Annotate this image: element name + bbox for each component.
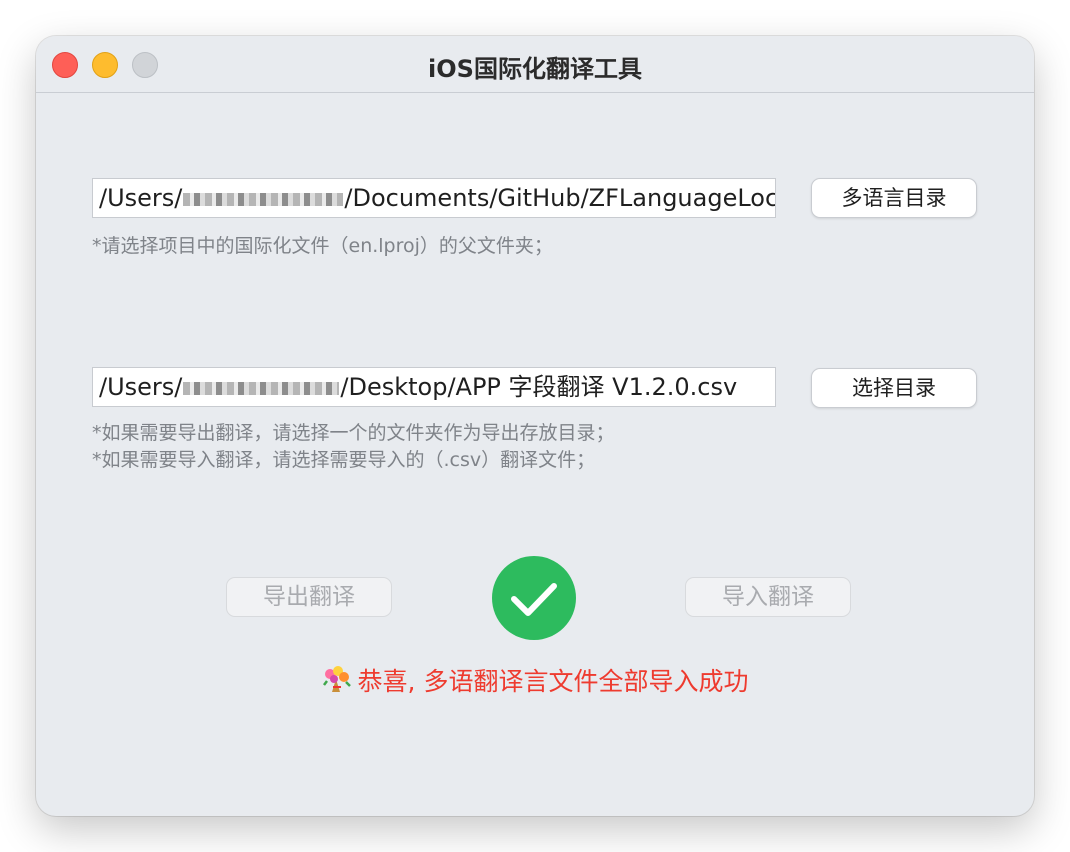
checkmark-circle-icon — [492, 556, 576, 640]
import-hint: *如果需要导入翻译，请选择需要导入的（.csv）翻译文件； — [92, 449, 596, 471]
redacted-username — [183, 192, 344, 206]
bouquet-icon — [322, 665, 352, 699]
localization-path-suffix: /Documents/GitHub/ZFLanguageLoc — [344, 184, 776, 212]
status-text: 恭喜, 多语翻译言文件全部导入成功 — [357, 667, 749, 696]
localization-path-prefix: /Users/ — [99, 184, 183, 212]
select-dir-button[interactable]: 选择目录 — [811, 368, 977, 408]
localization-dir-hint: *请选择项目中的国际化文件（en.lproj）的父文件夹； — [92, 235, 553, 257]
localization-dir-field[interactable]: /Users/ /Documents/GitHub/ZFLanguageLoc — [92, 178, 776, 218]
status-message: 恭喜, 多语翻译言文件全部导入成功 — [36, 662, 1034, 699]
checkmark-icon — [511, 583, 557, 616]
export-translation-button[interactable]: 导出翻译 — [226, 577, 392, 617]
export-path-prefix: /Users/ — [99, 373, 183, 401]
import-translation-button[interactable]: 导入翻译 — [685, 577, 851, 617]
export-path-suffix: /Desktop/APP 字段翻译 V1.2.0.csv — [340, 373, 738, 401]
window-title: iOS国际化翻译工具 — [428, 55, 642, 83]
redacted-username — [183, 381, 340, 395]
export-path-field[interactable]: /Users/ /Desktop/APP 字段翻译 V1.2.0.csv — [92, 367, 776, 407]
localization-dir-button[interactable]: 多语言目录 — [811, 178, 977, 218]
app-window: iOS国际化翻译工具 /Users/ /Documents/GitHub/ZFLa… — [36, 36, 1034, 816]
export-hint: *如果需要导出翻译，请选择一个的文件夹作为导出存放目录； — [92, 422, 615, 444]
title-bar: iOS国际化翻译工具 — [36, 36, 1034, 93]
